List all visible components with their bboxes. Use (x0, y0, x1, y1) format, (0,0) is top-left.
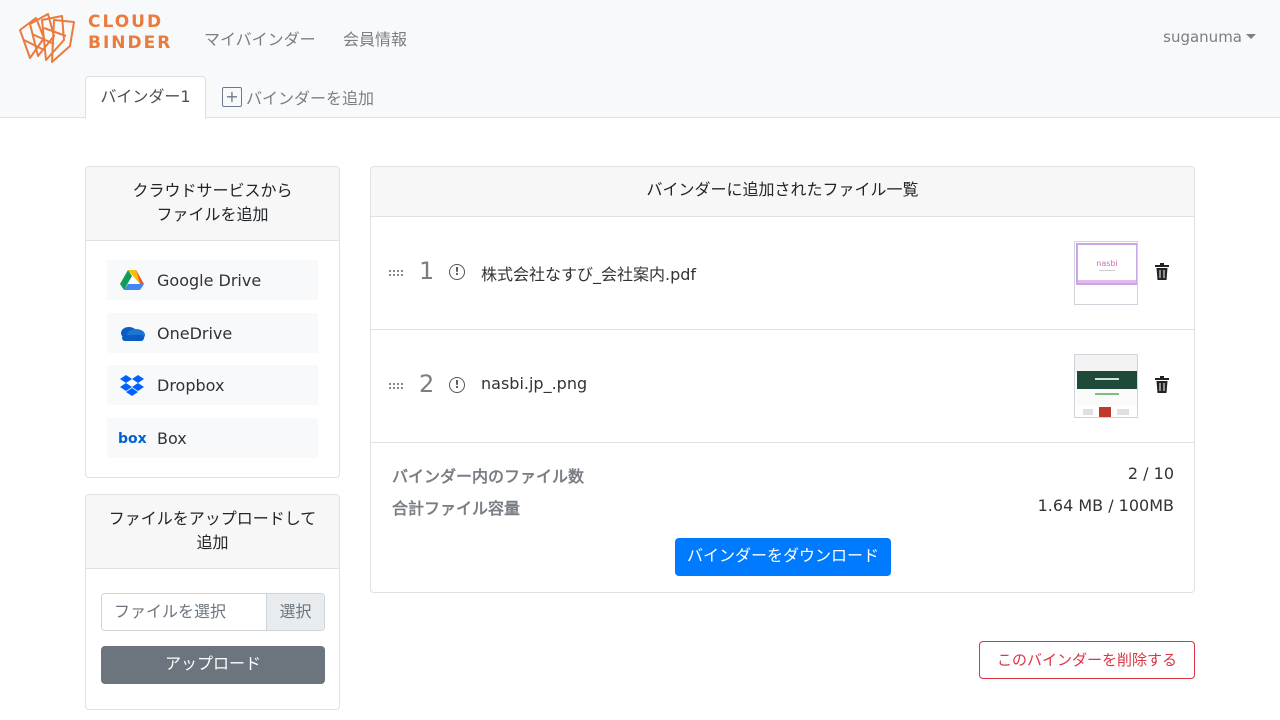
file-row: 2 ! nasbi.jp_.png (371, 330, 1194, 443)
file-count-label: バインダー内のファイル数 (392, 467, 585, 486)
info-icon[interactable]: ! (449, 377, 465, 393)
cloud-services-card: クラウドサービスから ファイルを追加 Google Drive OneDrive (85, 166, 340, 478)
total-size-value: 1.64 MB / 100MB (1037, 496, 1174, 515)
binder-files-card: バインダーに追加されたファイル一覧 1 ! 株式会社なすび_会社案内.pdf n… (370, 166, 1195, 593)
file-thumbnail[interactable]: nasbi (1074, 241, 1138, 305)
upload-card-title: ファイルをアップロードして 追加 (86, 495, 339, 569)
thumb-brand-text: nasbi (1096, 259, 1117, 268)
file-count-value: 2 / 10 (1127, 464, 1174, 483)
file-number: 1 (419, 257, 435, 285)
google-drive-label: Google Drive (157, 270, 262, 290)
files-list-title: バインダーに追加されたファイル一覧 (371, 167, 1194, 217)
cloud-card-title-line2: ファイルを追加 (156, 205, 269, 224)
cloud-binder-logo[interactable]: CLOUD BINDER (14, 10, 174, 66)
file-name: 株式会社なすび_会社案内.pdf (481, 265, 697, 284)
google-drive-icon (107, 269, 157, 291)
file-select-input[interactable]: ファイルを選択 選択 (101, 593, 325, 631)
nav-member-info[interactable]: 会員情報 (343, 26, 407, 50)
box-button[interactable]: box Box (107, 418, 318, 458)
google-drive-button[interactable]: Google Drive (107, 260, 318, 300)
svg-text:box: box (118, 431, 146, 446)
file-browse-button[interactable]: 選択 (266, 594, 324, 630)
dropbox-icon (107, 374, 157, 396)
upload-card-title-line2: 追加 (196, 533, 229, 552)
nav-my-binder[interactable]: マイバインダー (204, 26, 316, 50)
cloud-card-title-line1: クラウドサービスから (132, 181, 293, 200)
logo-icon (19, 13, 75, 63)
png-thumbnail-image (1075, 355, 1137, 417)
upload-button[interactable]: アップロード (101, 646, 325, 684)
logo-line2: BINDER (88, 33, 173, 53)
file-thumbnail[interactable] (1074, 354, 1138, 418)
drag-handle-icon[interactable] (389, 382, 403, 390)
drag-handle-icon[interactable] (389, 269, 403, 277)
download-binder-button[interactable]: バインダーをダウンロード (675, 538, 891, 576)
trash-icon[interactable] (1155, 376, 1169, 394)
trash-icon[interactable] (1155, 263, 1169, 281)
file-select-placeholder: ファイルを選択 (114, 602, 227, 621)
tab-binder-1[interactable]: バインダー1 (85, 76, 206, 119)
upload-card-title-line1: ファイルをアップロードして (108, 509, 317, 528)
file-name: nasbi.jp_.png (481, 374, 588, 393)
pdf-thumbnail-image: nasbi (1076, 243, 1137, 285)
plus-square-icon: + (222, 87, 242, 107)
user-name: suganuma (1163, 28, 1242, 46)
user-menu-dropdown[interactable]: suganuma (1163, 28, 1256, 46)
onedrive-icon (107, 324, 157, 342)
total-size-label: 合計ファイル容量 (392, 499, 521, 518)
onedrive-button[interactable]: OneDrive (107, 313, 318, 353)
box-icon: box (107, 430, 157, 446)
add-binder-tab[interactable]: + バインダーを追加 (222, 85, 374, 109)
onedrive-label: OneDrive (157, 323, 233, 343)
box-label: Box (157, 428, 187, 448)
info-icon[interactable]: ! (449, 264, 465, 280)
dropbox-button[interactable]: Dropbox (107, 365, 318, 405)
dropbox-label: Dropbox (157, 375, 225, 395)
logo-text: CLOUD BINDER (88, 12, 172, 54)
caret-down-icon (1246, 34, 1256, 39)
upload-card: ファイルをアップロードして 追加 ファイルを選択 選択 アップロード (85, 494, 340, 710)
delete-binder-button[interactable]: このバインダーを削除する (979, 641, 1195, 679)
file-row: 1 ! 株式会社なすび_会社案内.pdf nasbi (371, 217, 1194, 330)
cloud-card-title: クラウドサービスから ファイルを追加 (86, 167, 339, 241)
file-number: 2 (419, 370, 435, 398)
top-navbar: CLOUD BINDER マイバインダー 会員情報 suganuma バインダー… (0, 0, 1280, 119)
logo-line1: CLOUD (88, 12, 164, 32)
add-binder-label: バインダーを追加 (246, 89, 375, 108)
